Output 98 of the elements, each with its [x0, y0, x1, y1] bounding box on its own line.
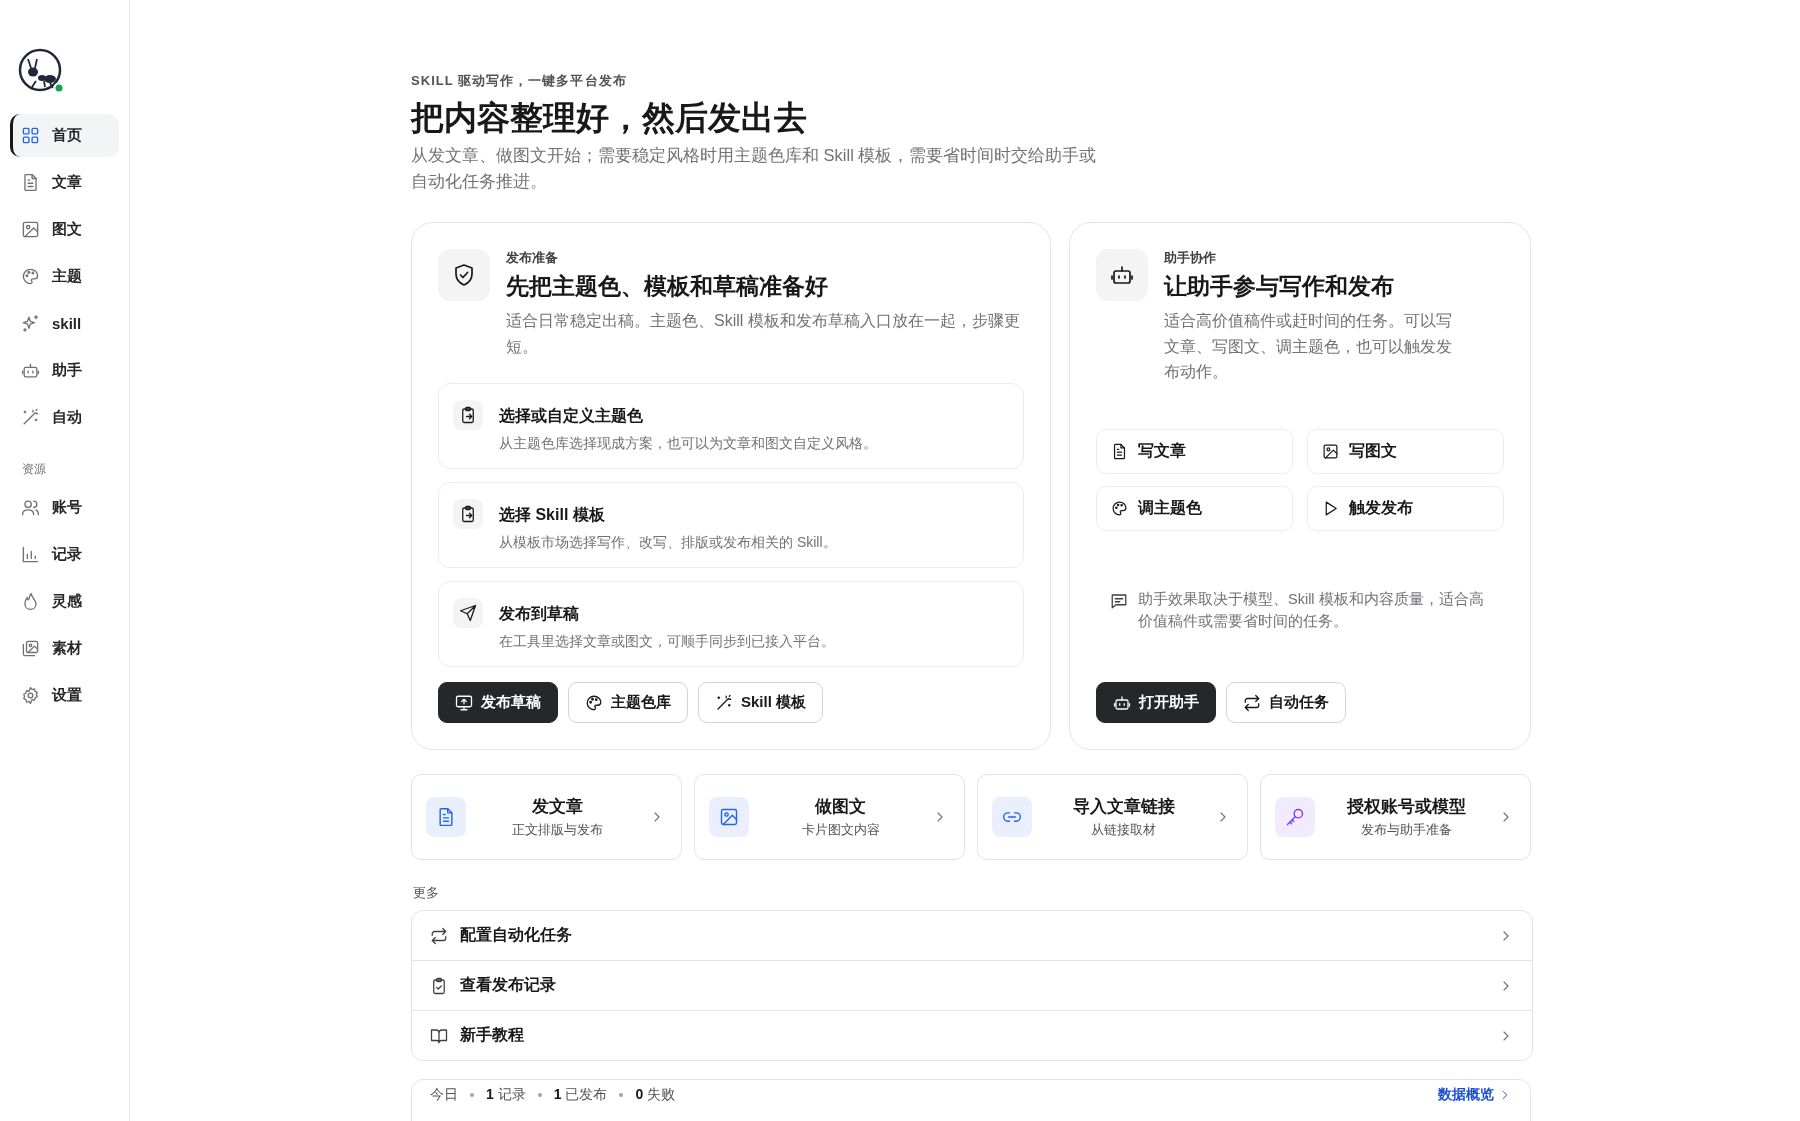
palette-icon — [585, 693, 603, 712]
list-item-label: 新手教程 — [460, 1025, 525, 1046]
page-title: 把内容整理好，然后发出去 — [411, 98, 808, 138]
flame-icon — [21, 592, 40, 611]
nav-item[interactable]: 记录 — [10, 533, 119, 576]
stat-text: 1 已发布 — [553, 1086, 608, 1105]
nav-item[interactable]: 设置 — [10, 674, 119, 717]
book-icon — [430, 1026, 448, 1045]
grid-icon — [21, 126, 40, 145]
action-button[interactable]: 发布草稿 — [438, 682, 558, 724]
link-subtitle: 从链接取材 — [1090, 820, 1157, 839]
quick-link-card[interactable]: 做图文 卡片图文内容 — [694, 774, 965, 861]
magic-wand-icon — [715, 693, 733, 712]
step-item[interactable]: 选择 Skill 模板 从模板市场选择写作、改写、排版或发布相关的 Skill。 — [438, 482, 1024, 569]
quick-link-card[interactable]: 导入文章链接 从链接取材 — [977, 774, 1248, 861]
list-item-label: 配置自动化任务 — [460, 925, 573, 946]
list-item[interactable]: 查看发布记录 — [412, 960, 1532, 1011]
action-button[interactable]: 打开助手 — [1096, 682, 1216, 724]
nav-item[interactable]: 助手 — [10, 349, 119, 392]
nav-item[interactable]: 素材 — [10, 627, 119, 670]
step-title: 发布到草稿 — [499, 604, 580, 625]
shield-check-glyph — [452, 263, 476, 288]
card-description: 适合高价值稿件或赶时间的任务。可以写文章、写图文、调主题色，也可以触发发布动作。 — [1164, 311, 1453, 383]
list-item-label: 查看发布记录 — [460, 975, 557, 996]
link-title: 做图文 — [814, 795, 867, 817]
link-subtitle: 发布与助手准备 — [1360, 820, 1453, 839]
images-icon — [21, 639, 40, 658]
nav-item[interactable]: 灵感 — [10, 580, 119, 623]
image-icon — [1322, 442, 1339, 460]
nav-item[interactable]: 首页 — [10, 114, 119, 157]
link-title: 发文章 — [531, 795, 584, 817]
stat-text: 1 记录 — [486, 1086, 526, 1105]
key-icon — [1285, 807, 1305, 828]
quick-link-card[interactable]: 授权账号或模型 发布与助手准备 — [1260, 774, 1531, 861]
card-title: 让助手参与写作和发布 — [1164, 272, 1395, 302]
action-tile[interactable]: 写图文 — [1307, 428, 1504, 474]
action-button[interactable]: Skill 模板 — [698, 682, 824, 724]
action-tile[interactable]: 写文章 — [1096, 428, 1293, 474]
step-description: 在工具里选择文章或图文，可顺手同步到已接入平台。 — [499, 633, 835, 652]
repeat-icon — [1243, 693, 1261, 712]
nav-item[interactable]: skill — [10, 302, 119, 345]
document-icon — [1111, 442, 1128, 460]
link-subtitle: 正文排版与发布 — [511, 820, 604, 839]
section-label: 更多 — [413, 884, 440, 903]
quick-link-card[interactable]: 发文章 正文排版与发布 — [411, 774, 682, 861]
separator-dot-icon — [619, 1093, 624, 1098]
card-description: 适合日常稳定出稿。主题色、Skill 模板和发布草稿入口放在一起，步骤更短。 — [506, 311, 1021, 357]
card-eyebrow: 助手协作 — [1164, 249, 1217, 268]
separator-dot-icon — [470, 1093, 474, 1098]
list-item[interactable]: 配置自动化任务 — [412, 911, 1532, 961]
action-tile[interactable]: 触发发布 — [1307, 485, 1504, 531]
palette-icon — [1111, 499, 1128, 517]
today-label: 今日 — [430, 1086, 458, 1105]
message-icon — [1110, 591, 1128, 610]
nav-item[interactable]: 自动 — [10, 396, 119, 439]
card-eyebrow: 发布准备 — [506, 249, 559, 268]
bar-chart-icon — [21, 545, 40, 564]
link-subtitle: 卡片图文内容 — [800, 820, 881, 839]
document-icon — [21, 173, 40, 192]
clipboard-check-icon — [430, 976, 448, 995]
palette-icon — [21, 267, 40, 286]
action-button[interactable]: 自动任务 — [1226, 682, 1346, 724]
users-icon — [21, 498, 40, 517]
upload-icon — [455, 693, 473, 712]
clipboard-icon — [459, 505, 477, 524]
clipboard-icon — [459, 406, 477, 425]
nav-item[interactable]: 主题 — [10, 255, 119, 298]
robot-icon — [21, 361, 40, 380]
step-item[interactable]: 选择或自定义主题色 从主题色库选择现成方案，也可以为文章和图文自定义风格。 — [438, 383, 1024, 470]
link-title: 授权账号或模型 — [1345, 795, 1467, 817]
step-item[interactable]: 发布到草稿 在工具里选择文章或图文，可顺手同步到已接入平台。 — [438, 581, 1024, 668]
document-icon — [436, 807, 456, 828]
page-eyebrow: SKILL 驱动写作，一键多平台发布 — [411, 72, 628, 90]
nav-item[interactable]: 文章 — [10, 161, 119, 204]
image-icon — [719, 807, 739, 828]
nav-item[interactable]: 账号 — [10, 486, 119, 529]
list-item[interactable]: 新手教程 — [412, 1010, 1532, 1061]
image-icon — [21, 220, 40, 239]
stat-text: 0 失败 — [635, 1086, 676, 1105]
send-icon — [459, 604, 477, 623]
settings-icon — [21, 686, 40, 705]
repeat-icon — [430, 926, 448, 945]
step-title: 选择或自定义主题色 — [499, 406, 644, 427]
nav-item[interactable]: 图文 — [10, 208, 119, 251]
card-title: 先把主题色、模板和草稿准备好 — [506, 272, 829, 302]
note-text: 助手效果取决于模型、Skill 模板和内容质量，适合高价值稿件或需要省时间的任务。 — [1138, 589, 1485, 631]
action-tile[interactable]: 调主题色 — [1096, 485, 1293, 531]
page-description: 从发文章、做图文开始；需要稳定风格时用主题色库和 Skill 模板，需要省时间时交给助手或自动化任务推进。 — [411, 145, 1098, 192]
separator-dot-icon — [537, 1093, 542, 1098]
overview-link[interactable]: 数据概览 — [1438, 1086, 1512, 1105]
step-title: 选择 Skill 模板 — [499, 505, 606, 526]
link-title: 导入文章链接 — [1071, 795, 1176, 817]
action-button[interactable]: 主题色库 — [568, 682, 688, 724]
magic-wand-icon — [21, 408, 40, 427]
step-description: 从模板市场选择写作、改写、排版或发布相关的 Skill。 — [499, 534, 837, 553]
sparkle-icon — [21, 314, 40, 333]
step-description: 从主题色库选择现成方案，也可以为文章和图文自定义风格。 — [499, 435, 877, 454]
section-label: 资源 — [21, 461, 47, 478]
